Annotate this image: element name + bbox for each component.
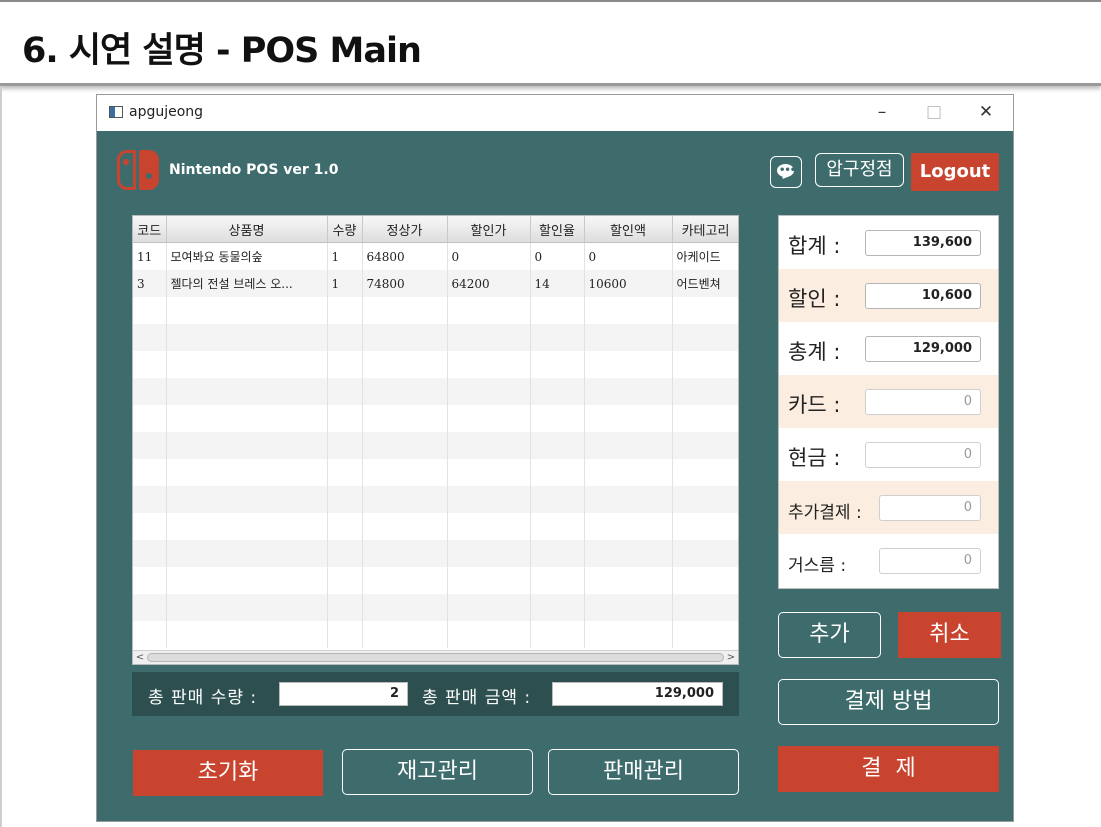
store-branch-button[interactable]: 압구정점 — [815, 153, 904, 187]
table-cell: 1 — [327, 242, 363, 270]
scroll-right-icon[interactable]: > — [725, 651, 737, 664]
slide-title-bar: 6. 시연 설명 - POS Main — [0, 0, 1101, 86]
minimize-button[interactable]: – — [867, 99, 897, 125]
app-name: Nintendo POS ver 1.0 — [169, 162, 339, 178]
pay-row-cash: 현금 : 0 — [779, 428, 998, 481]
empty-row — [133, 540, 738, 567]
pay-button[interactable]: 결 제 — [778, 746, 999, 792]
total-amount-field[interactable]: 129,000 — [552, 682, 723, 706]
change-field[interactable]: 0 — [879, 548, 981, 574]
table-cell: 10600 — [584, 270, 673, 297]
maximize-button[interactable]: □ — [919, 99, 949, 125]
table-cell: 0 — [584, 242, 673, 270]
column-header[interactable]: 카테고리 — [672, 216, 738, 243]
pay-row-change: 거스름 : 0 — [779, 534, 998, 587]
pay-row-total: 총계 : 129,000 — [779, 322, 998, 375]
table-row[interactable]: 3 젤다의 전설 브레스 오... 1 74800 64200 14 10600… — [133, 270, 738, 297]
discount-label: 할인 : — [788, 287, 841, 311]
table-cell: 0 — [447, 242, 531, 270]
table-cell: 74800 — [362, 270, 448, 297]
sales-table[interactable]: 코드 상품명 수량 정상가 할인가 할인율 할인액 카테고리 11 모여봐요 동… — [132, 215, 739, 665]
subtotal-label: 합계 : — [788, 234, 841, 258]
reset-button[interactable]: 초기화 — [133, 750, 323, 796]
empty-row — [133, 513, 738, 540]
extra-payment-field[interactable]: 0 — [879, 495, 981, 521]
empty-row — [133, 324, 738, 351]
cancel-button[interactable]: 취소 — [898, 612, 1001, 658]
sales-summary-bar: 총 판매 수량 : 2 총 판매 금액 : 129,000 — [132, 672, 739, 716]
payment-panel: 합계 : 139,600 할인 : 10,600 총계 : 129,000 카드… — [778, 215, 999, 589]
table-cell: 3 — [133, 270, 167, 297]
empty-row — [133, 621, 738, 648]
total-label: 총계 : — [788, 340, 841, 364]
nintendo-switch-logo-icon — [117, 150, 159, 192]
horizontal-scrollbar[interactable]: < > — [133, 650, 738, 664]
sales-table-grid: 코드 상품명 수량 정상가 할인가 할인율 할인액 카테고리 11 모여봐요 동… — [133, 216, 738, 648]
discount-field[interactable]: 10,600 — [865, 283, 981, 309]
slide-title: 6. 시연 설명 - POS Main — [22, 31, 422, 71]
subtotal-field[interactable]: 139,600 — [865, 230, 981, 256]
table-cell: 1 — [327, 270, 363, 297]
slide-left-edge — [0, 86, 2, 827]
pay-row-extra: 추가결제 : 0 — [779, 481, 998, 534]
empty-row — [133, 405, 738, 432]
empty-row — [133, 297, 738, 324]
total-amount-label: 총 판매 금액 : — [422, 688, 532, 708]
table-cell: 11 — [133, 242, 167, 270]
close-button[interactable]: ✕ — [971, 99, 1001, 125]
column-header[interactable]: 코드 — [133, 216, 167, 243]
sales-management-button[interactable]: 판매관리 — [548, 749, 739, 795]
pay-row-card: 카드 : 0 — [779, 375, 998, 428]
table-cell: 14 — [530, 270, 585, 297]
logout-button[interactable]: Logout — [911, 153, 999, 191]
table-cell: 64800 — [362, 242, 448, 270]
cash-field[interactable]: 0 — [865, 442, 981, 468]
window-titlebar: apgujeong – □ ✕ — [97, 95, 1013, 131]
empty-row — [133, 351, 738, 378]
table-cell: 젤다의 전설 브레스 오... — [166, 270, 328, 297]
empty-row — [133, 567, 738, 594]
scrollbar-thumb[interactable] — [147, 653, 724, 662]
window-title: apgujeong — [129, 104, 204, 120]
column-header[interactable]: 할인액 — [584, 216, 673, 243]
empty-row — [133, 432, 738, 459]
total-qty-label: 총 판매 수량 : — [148, 688, 258, 708]
card-label: 카드 : — [788, 393, 841, 417]
empty-row — [133, 459, 738, 486]
column-header[interactable]: 할인가 — [447, 216, 531, 243]
empty-row — [133, 378, 738, 405]
extra-payment-label: 추가결제 : — [788, 503, 862, 523]
table-cell: 어드벤쳐 — [672, 270, 738, 297]
table-header-row: 코드 상품명 수량 정상가 할인가 할인율 할인액 카테고리 — [133, 216, 738, 243]
chat-button[interactable]: ••• — [770, 156, 802, 188]
table-cell: 64200 — [447, 270, 531, 297]
table-row[interactable]: 11 모여봐요 동물의숲 1 64800 0 0 0 아케이드 — [133, 242, 738, 270]
card-field[interactable]: 0 — [865, 389, 981, 415]
table-cell: 모여봐요 동물의숲 — [166, 242, 328, 270]
column-header[interactable]: 수량 — [327, 216, 363, 243]
column-header[interactable]: 정상가 — [362, 216, 448, 243]
pay-row-subtotal: 합계 : 139,600 — [779, 216, 998, 269]
empty-row — [133, 594, 738, 621]
pos-window: apgujeong – □ ✕ Nintendo POS ver 1.0 •••… — [96, 94, 1014, 822]
scroll-left-icon[interactable]: < — [134, 651, 146, 664]
cash-label: 현금 : — [788, 446, 841, 470]
payment-method-button[interactable]: 결제 방법 — [778, 679, 999, 725]
column-header[interactable]: 할인율 — [530, 216, 585, 243]
total-field[interactable]: 129,000 — [865, 336, 981, 362]
inventory-button[interactable]: 재고관리 — [342, 749, 533, 795]
empty-row — [133, 486, 738, 513]
total-qty-field[interactable]: 2 — [279, 682, 408, 706]
add-button[interactable]: 추가 — [778, 612, 881, 658]
app-window-icon — [109, 106, 123, 118]
table-cell: 0 — [530, 242, 585, 270]
change-label: 거스름 : — [788, 556, 847, 576]
table-cell: 아케이드 — [672, 242, 738, 270]
pay-row-discount: 할인 : 10,600 — [779, 269, 998, 322]
column-header[interactable]: 상품명 — [166, 216, 328, 243]
